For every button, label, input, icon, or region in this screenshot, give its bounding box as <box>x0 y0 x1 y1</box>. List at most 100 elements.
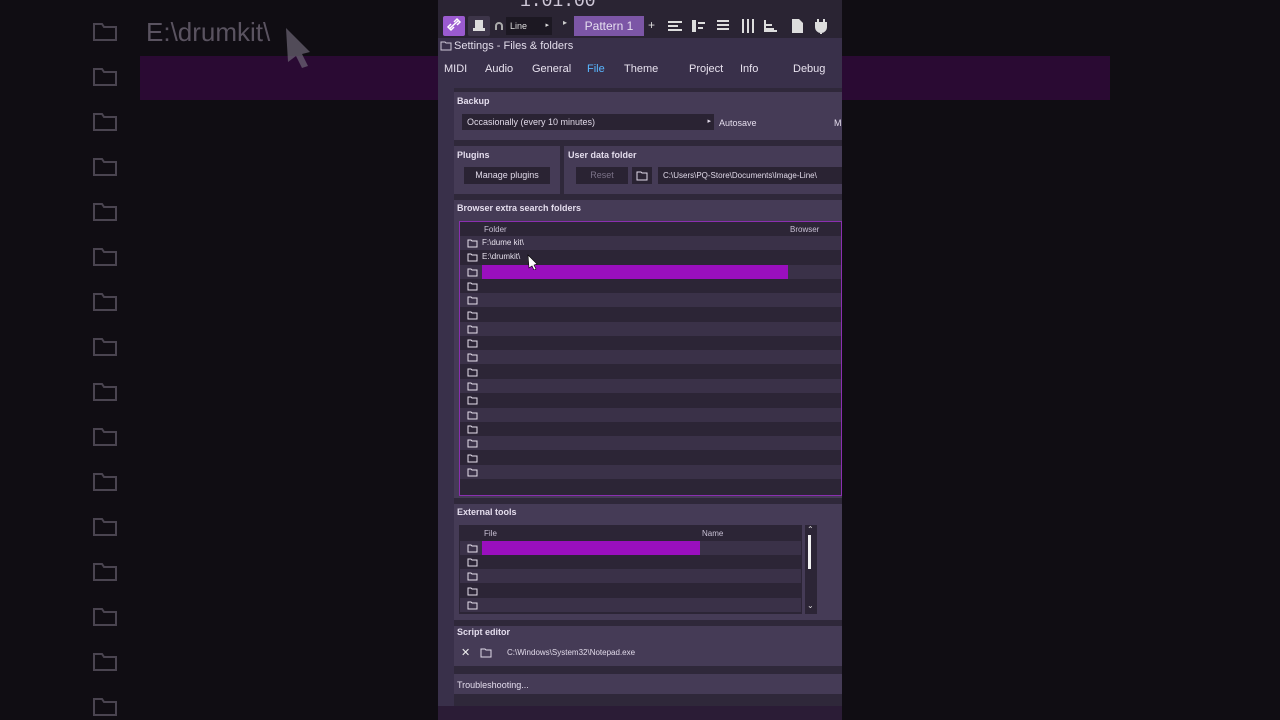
list-item[interactable] <box>460 464 841 479</box>
folder-icon[interactable] <box>467 268 478 277</box>
folder-icon[interactable] <box>467 558 478 567</box>
external-tools-label: External tools <box>457 507 517 517</box>
folder-icon[interactable] <box>467 339 478 348</box>
list-item[interactable] <box>460 321 841 336</box>
list-item[interactable] <box>460 350 841 365</box>
list-item[interactable] <box>460 293 841 308</box>
hand-cursor-icon <box>286 28 310 68</box>
list-item[interactable] <box>460 584 801 598</box>
folder-icon[interactable] <box>467 353 478 362</box>
add-pattern-icon[interactable]: + <box>648 18 655 32</box>
folder-icon[interactable] <box>467 454 478 463</box>
folder-icon[interactable] <box>480 648 492 658</box>
folder-path[interactable]: E:\drumkit\ <box>482 252 520 261</box>
folder-icon[interactable] <box>467 325 478 334</box>
list-item[interactable] <box>460 264 841 279</box>
folder-icon <box>93 293 117 311</box>
close-icon[interactable]: ✕ <box>461 646 470 659</box>
folder-icon[interactable] <box>467 411 478 420</box>
browser-icon[interactable] <box>762 17 780 35</box>
tab-audio[interactable]: Audio <box>485 63 513 75</box>
list-item[interactable] <box>460 379 841 393</box>
list-item[interactable] <box>460 393 841 407</box>
folder-icon[interactable] <box>467 253 478 262</box>
folder-icon[interactable] <box>467 601 478 610</box>
external-tools-scrollbar[interactable]: ⌃ ⌄ <box>805 525 817 614</box>
plugin-icon[interactable] <box>812 17 830 35</box>
folder-icon[interactable] <box>467 368 478 377</box>
stamp-button[interactable] <box>468 16 490 36</box>
chevron-up-icon[interactable]: ⌃ <box>807 525 814 534</box>
browse-user-folder-button[interactable] <box>632 167 652 184</box>
folder-icon[interactable] <box>467 282 478 291</box>
list-item[interactable] <box>460 451 841 465</box>
chevron-right-icon: ▸ <box>545 22 549 29</box>
folder-icon <box>93 698 117 716</box>
folder-icon[interactable] <box>467 439 478 448</box>
folder-icon[interactable] <box>467 311 478 320</box>
magnet-icon[interactable] <box>494 22 504 32</box>
scrollbar-thumb[interactable] <box>808 535 811 569</box>
list-item[interactable] <box>460 541 801 555</box>
tab-general[interactable]: General <box>532 63 571 75</box>
tab-info[interactable]: Info <box>740 63 758 75</box>
folder-icon[interactable] <box>467 239 478 248</box>
browser-folders-list[interactable]: Folder Browser name F:\dume kit\E:\drumk… <box>459 221 842 496</box>
reset-button[interactable]: Reset <box>576 167 628 184</box>
snap-select[interactable]: Line ▸ <box>506 17 552 35</box>
list-item[interactable] <box>460 308 841 322</box>
list-item[interactable] <box>460 336 841 350</box>
folder-path[interactable]: F:\dume kit\ <box>482 238 524 247</box>
script-editor-path[interactable]: C:\Windows\System32\Notepad.exe <box>507 648 635 657</box>
pattern-prev-icon[interactable]: ▸ <box>563 18 567 27</box>
troubleshooting-label[interactable]: Troubleshooting... <box>457 680 529 690</box>
tab-file[interactable]: File <box>587 63 605 75</box>
pattern-selector[interactable]: Pattern 1 <box>574 16 644 36</box>
channel-rack-icon[interactable] <box>714 17 732 35</box>
window-title: Settings - Files & folders <box>454 40 574 52</box>
user-data-path[interactable]: C:\Users\PQ-Store\Documents\Image-Line\ <box>658 167 842 184</box>
folder-icon <box>93 428 117 446</box>
chevron-down-icon[interactable]: ⌄ <box>807 601 814 610</box>
list-item[interactable]: F:\dume kit\ <box>460 236 841 250</box>
playlist-icon[interactable] <box>666 17 684 35</box>
folder-icon <box>93 113 117 131</box>
script-editor-label: Script editor <box>457 627 511 637</box>
manage-plugins-button[interactable]: Manage plugins <box>464 167 550 184</box>
mixer-icon[interactable] <box>738 17 756 35</box>
document-icon[interactable] <box>788 17 806 35</box>
list-item[interactable] <box>460 436 841 451</box>
link-button[interactable] <box>443 16 465 36</box>
list-item[interactable]: E:\drumkit\ <box>460 250 841 264</box>
backup-frequency-select[interactable]: Occasionally (every 10 minutes) ▸ <box>462 114 714 130</box>
background-highlight-band-right <box>842 56 1110 100</box>
folder-icon[interactable] <box>467 396 478 405</box>
folder-icon[interactable] <box>467 572 478 581</box>
chevron-right-icon: ▸ <box>707 118 711 125</box>
folder-icon[interactable] <box>467 587 478 596</box>
settings-tabs: MIDI Audio General File Theme Project In… <box>438 58 842 82</box>
list-item[interactable] <box>460 422 841 436</box>
song-time: 1:01:00 <box>520 0 596 12</box>
list-item[interactable] <box>460 365 841 379</box>
piano-roll-icon[interactable] <box>690 17 708 35</box>
list-item[interactable] <box>460 569 801 584</box>
list-item[interactable] <box>460 279 841 293</box>
file-column-header: File <box>484 529 497 538</box>
folder-icon[interactable] <box>467 296 478 305</box>
external-tools-list[interactable]: File Name <box>459 525 802 614</box>
folder-icon[interactable] <box>467 544 478 553</box>
list-item[interactable] <box>460 407 841 422</box>
tab-debug[interactable]: Debug <box>793 63 825 75</box>
tab-project[interactable]: Project <box>689 63 723 75</box>
tab-theme[interactable]: Theme <box>624 63 658 75</box>
list-item[interactable] <box>460 597 801 612</box>
selection-highlight[interactable] <box>482 541 700 555</box>
folder-icon[interactable] <box>467 382 478 391</box>
folder-icon[interactable] <box>467 468 478 477</box>
list-item[interactable] <box>460 555 801 569</box>
window-title-bar: Settings - Files & folders <box>438 38 842 54</box>
background-right <box>842 0 1280 720</box>
tab-midi[interactable]: MIDI <box>444 63 467 75</box>
folder-icon[interactable] <box>467 425 478 434</box>
